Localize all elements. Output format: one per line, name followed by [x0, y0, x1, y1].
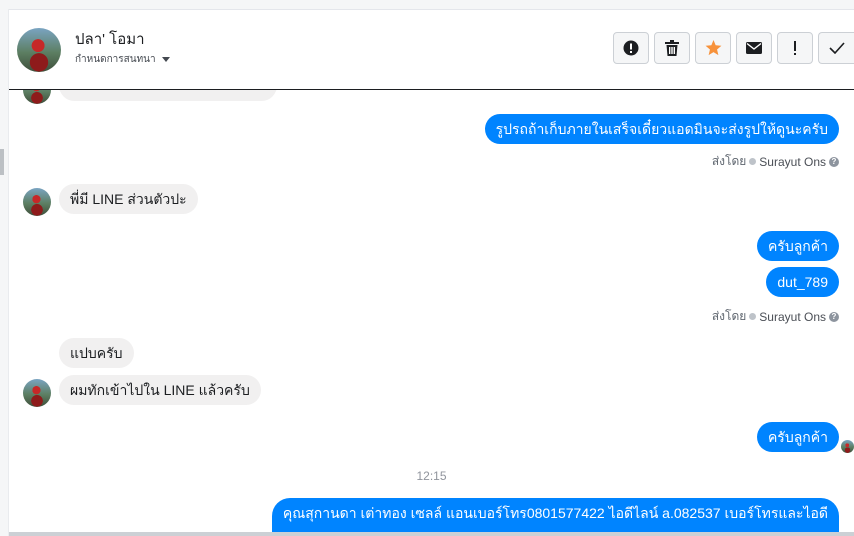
incoming-message[interactable]: ผมทักเข้าไปใน LINE แล้วครับ	[59, 375, 261, 405]
contact-avatar-small	[23, 379, 51, 407]
message-timestamp: 12:15	[416, 469, 447, 483]
sent-by-label: ส่งโดย	[711, 154, 747, 168]
report-spam-button[interactable]	[613, 32, 649, 64]
mark-done-button[interactable]	[818, 32, 854, 64]
envelope-icon	[746, 42, 762, 54]
trash-icon	[665, 40, 679, 56]
sender-name[interactable]: Surayut Ons	[759, 155, 826, 169]
sender-name[interactable]: Surayut Ons	[759, 310, 826, 324]
left-panel-edge	[0, 9, 9, 536]
verified-dot-icon	[749, 313, 757, 320]
alert-circle-icon	[623, 40, 639, 56]
check-icon	[828, 42, 845, 54]
outgoing-message[interactable]: ครับลูกค้า	[756, 422, 839, 452]
sent-by-info: ส่งโดย Surayut Ons ?	[712, 152, 839, 171]
incoming-message[interactable]: พี่มี LINE ส่วนตัวปะ	[59, 184, 198, 214]
assign-conversation-dropdown[interactable]: กำหนดการสนทนา	[75, 52, 170, 67]
messenger-window: ปลา' โอมา กำหนดการสนทนา รูปรถถ้าเก็บภายใ…	[0, 0, 854, 536]
outgoing-message[interactable]: dut_789	[766, 267, 839, 297]
message-thread[interactable]: รูปรถถ้าเก็บภายในเสร็จเดี๋ยวแอดมินจะส่งร…	[9, 90, 854, 536]
outgoing-message[interactable]: ครับลูกค้า	[756, 231, 839, 261]
conversation-toolbar	[613, 32, 854, 64]
sent-by-info: ส่งโดย Surayut Ons ?	[712, 307, 839, 326]
delete-button[interactable]	[654, 32, 690, 64]
mark-unread-button[interactable]	[736, 32, 772, 64]
incoming-message-cut	[59, 90, 277, 101]
conversation-header: ปลา' โอมา กำหนดการสนทนา	[9, 10, 854, 90]
star-button[interactable]	[695, 32, 731, 64]
exclamation-icon	[794, 41, 796, 55]
contact-name[interactable]: ปลา' โอมา	[75, 27, 145, 51]
contact-avatar[interactable]	[17, 28, 61, 72]
follow-up-button[interactable]	[777, 32, 813, 64]
sent-by-label: ส่งโดย	[711, 309, 747, 323]
incoming-message[interactable]: แปบครับ	[59, 338, 134, 368]
composer-edge	[9, 532, 854, 536]
caret-down-icon	[161, 57, 170, 62]
assign-label: กำหนดการสนทนา	[75, 54, 156, 65]
outgoing-message[interactable]: รูปรถถ้าเก็บภายในเสร็จเดี๋ยวแอดมินจะส่งร…	[484, 114, 839, 144]
help-icon[interactable]: ?	[829, 156, 839, 167]
top-strip	[0, 0, 854, 10]
contact-avatar-small	[23, 90, 51, 104]
contact-avatar-small	[23, 188, 51, 216]
scroll-marker	[0, 149, 4, 175]
verified-dot-icon	[749, 158, 757, 165]
help-icon[interactable]: ?	[829, 311, 839, 322]
outgoing-message[interactable]: คุณสุกานดา เต่าทอง เซลล์ แอนเบอร์โทร0801…	[271, 498, 839, 536]
seen-avatar-icon	[841, 440, 854, 453]
star-icon	[705, 40, 721, 56]
